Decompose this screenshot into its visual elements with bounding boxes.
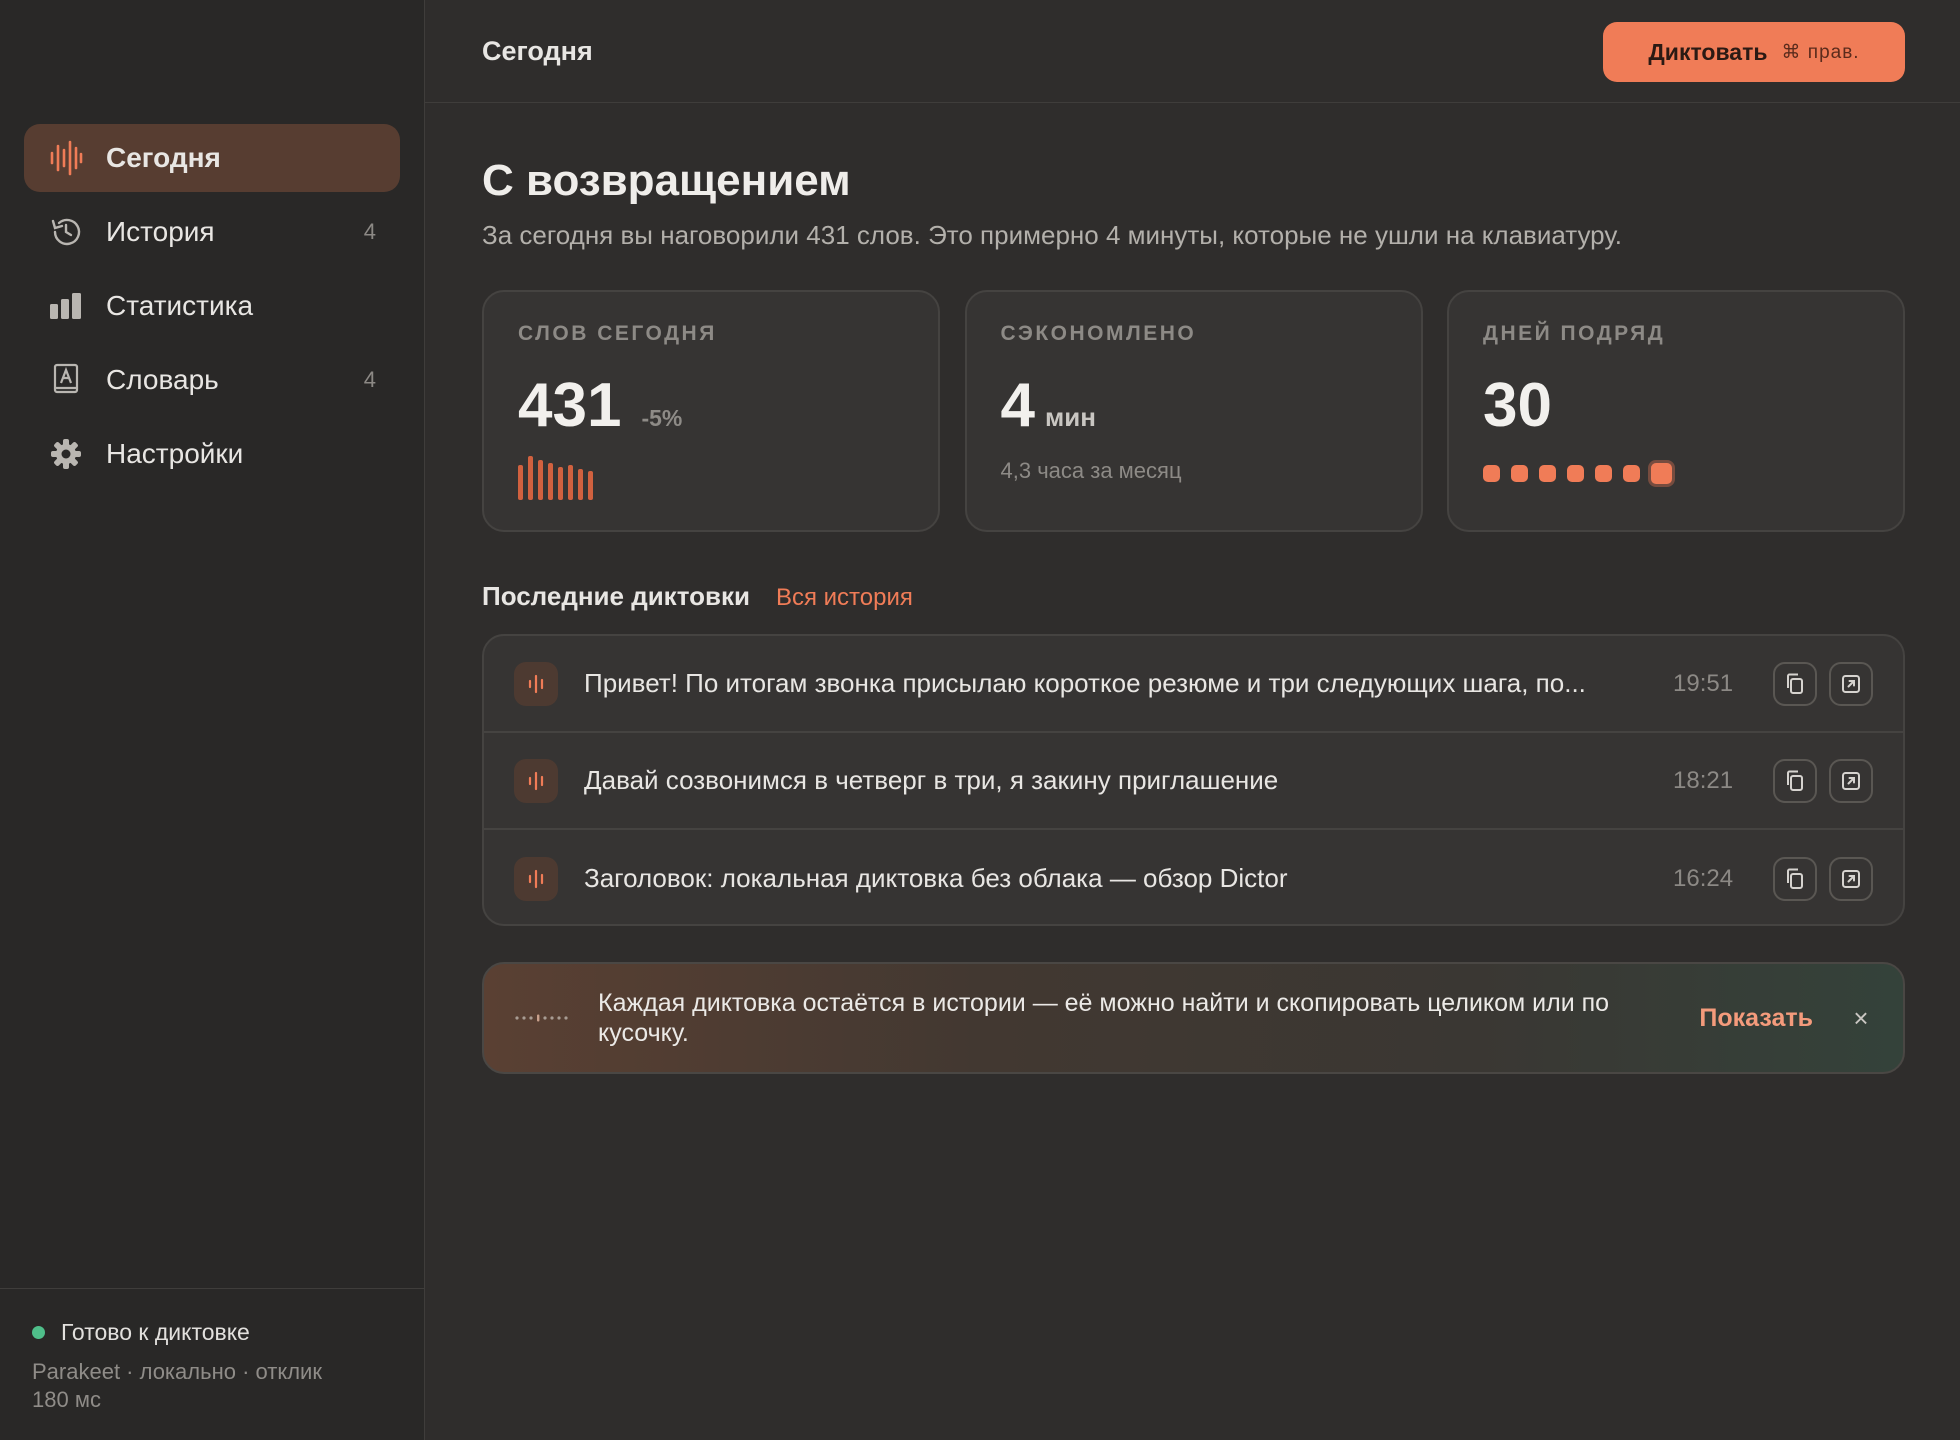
dictation-text: Давай созвонимся в четверг в три, я заки…	[584, 765, 1279, 795]
card-label: СЛОВ СЕГОДНЯ	[518, 322, 717, 345]
dictate-button-label: Диктовать	[1648, 38, 1768, 65]
streak-dots	[1483, 463, 1683, 484]
open-external-icon	[1842, 674, 1860, 693]
dictation-text: Привет! По итогам звонка присылаю коротк…	[584, 668, 1586, 698]
history-count-badge: 4	[363, 219, 376, 244]
streak-dot	[1539, 465, 1556, 482]
streak-dot	[1483, 465, 1500, 482]
sparkline-bar	[558, 467, 563, 500]
status-indicator-dot	[32, 1326, 45, 1339]
sidebar-nav: Сегодня История 4 Статистика Словарь 4 Н…	[24, 124, 400, 494]
gear-icon	[48, 436, 84, 472]
app-window: Сегодня История 4 Статистика Словарь 4 Н…	[0, 0, 1960, 1440]
copy-button[interactable]	[1773, 856, 1817, 901]
dictionary-icon	[48, 362, 84, 398]
engine-status-panel: Готово к диктовке Parakeet · локально · …	[0, 1288, 425, 1440]
page-title: Сегодня	[482, 36, 593, 66]
open-external-icon	[1842, 869, 1860, 888]
all-history-link[interactable]: Вся история	[776, 584, 913, 612]
sidebar-item-label: Словарь	[106, 364, 219, 395]
card-value-row: 4 мин	[1001, 370, 1387, 441]
close-icon[interactable]: ×	[1849, 1003, 1873, 1034]
time-saved-unit: мин	[1044, 402, 1096, 432]
tip-banner: Каждая диктовка остаётся в истории — её …	[482, 962, 1905, 1074]
sidebar-item-label: Статистика	[106, 290, 254, 321]
sidebar-item-dictionary[interactable]: Словарь 4	[24, 346, 400, 414]
status-details: Parakeet · локально · отклик 180 мс	[32, 1359, 322, 1412]
open-button[interactable]	[1829, 758, 1873, 803]
streak-days: 30	[1483, 371, 1552, 440]
sidebar: Сегодня История 4 Статистика Словарь 4 Н…	[0, 0, 425, 1440]
sidebar-item-today[interactable]: Сегодня	[24, 124, 400, 192]
sparkline-bar	[538, 460, 543, 500]
show-button[interactable]: Показать	[1699, 1004, 1813, 1033]
streak-card: ДНЕЙ ПОДРЯД 30	[1447, 290, 1905, 532]
card-value-row: 30	[1483, 370, 1869, 441]
streak-dot	[1595, 465, 1612, 482]
status-line: Готово к диктовке	[32, 1319, 393, 1346]
sparkline-bar	[578, 469, 583, 500]
words-sparkline	[518, 456, 598, 500]
welcome-heading: С возвращением	[482, 156, 851, 205]
status-title: Готово к диктовке	[61, 1319, 250, 1345]
dictate-shortcut-hint: ⌘ прав.	[1781, 41, 1860, 63]
copy-icon	[1787, 868, 1803, 889]
sidebar-item-statistics[interactable]: Статистика	[24, 272, 400, 340]
card-label: СЭКОНОМЛЕНО	[1000, 322, 1197, 345]
sidebar-item-label: История	[106, 216, 215, 247]
words-delta: -5%	[641, 405, 683, 431]
open-button[interactable]	[1829, 856, 1873, 901]
dictation-time: 18:21	[1673, 766, 1734, 794]
streak-dot	[1651, 463, 1672, 484]
dictation-time: 19:51	[1673, 669, 1734, 697]
history-icon	[48, 214, 84, 250]
copy-button[interactable]	[1773, 661, 1817, 706]
sparkline-bar	[548, 463, 553, 500]
streak-dot	[1567, 465, 1584, 482]
stats-cards: СЛОВ СЕГОДНЯ 431 -5% СЭКОНОМЛЕНО 4 мин 4…	[482, 290, 1905, 532]
section-title: Последние диктовки	[482, 581, 750, 611]
copy-icon	[1787, 673, 1803, 694]
streak-dot	[1623, 465, 1640, 482]
list-item[interactable]: Заголовок: локальная диктовка без облака…	[484, 830, 1903, 924]
waveform-icon	[514, 856, 558, 901]
sparkline-bar	[588, 471, 593, 500]
recent-dictations-list: Привет! По итогам звонка присылаю коротк…	[482, 634, 1905, 926]
waveform-dots-icon	[514, 1013, 568, 1023]
streak-dot	[1511, 465, 1528, 482]
card-label: ДНЕЙ ПОДРЯД	[1483, 322, 1666, 345]
time-saved-month: 4,3 часа за месяц	[1000, 458, 1182, 483]
words-count: 431	[518, 371, 622, 440]
bar-chart-icon	[48, 288, 84, 324]
tip-text: Каждая диктовка остаётся в истории — её …	[598, 989, 1610, 1047]
top-bar: Сегодня Диктовать ⌘ прав.	[425, 0, 1960, 103]
sidebar-item-label: Настройки	[106, 438, 244, 469]
sidebar-item-history[interactable]: История 4	[24, 198, 400, 266]
card-value-row: 431 -5%	[518, 370, 904, 441]
sparkline-bar	[568, 465, 573, 500]
open-button[interactable]	[1829, 661, 1873, 706]
list-item[interactable]: Давай созвонимся в четверг в три, я заки…	[484, 733, 1903, 830]
main-content: Сегодня Диктовать ⌘ прав. С возвращением…	[425, 0, 1960, 1440]
copy-icon	[1787, 770, 1803, 791]
sidebar-item-settings[interactable]: Настройки	[24, 420, 400, 488]
recent-section-header: Последние диктовки Вся история	[482, 581, 913, 612]
sparkline-bar	[518, 465, 523, 500]
open-external-icon	[1842, 771, 1860, 790]
copy-button[interactable]	[1773, 758, 1817, 803]
sidebar-item-label: Сегодня	[106, 142, 221, 173]
words-today-card: СЛОВ СЕГОДНЯ 431 -5%	[482, 290, 940, 532]
dictate-button[interactable]: Диктовать ⌘ прав.	[1603, 22, 1905, 82]
dictation-time: 16:24	[1673, 864, 1734, 892]
list-item[interactable]: Привет! По итогам звонка присылаю коротк…	[484, 636, 1903, 733]
dictation-text: Заголовок: локальная диктовка без облака…	[584, 863, 1288, 893]
welcome-subtitle: За сегодня вы наговорили 431 слов. Это п…	[482, 220, 1622, 250]
waveform-icon	[514, 758, 558, 803]
waveform-icon	[514, 661, 558, 706]
time-saved-value: 4	[1000, 371, 1035, 440]
dictionary-count-badge: 4	[363, 367, 376, 392]
waveform-icon	[48, 140, 84, 176]
time-saved-card: СЭКОНОМЛЕНО 4 мин 4,3 часа за месяц	[964, 290, 1423, 532]
sparkline-bar	[528, 456, 533, 500]
